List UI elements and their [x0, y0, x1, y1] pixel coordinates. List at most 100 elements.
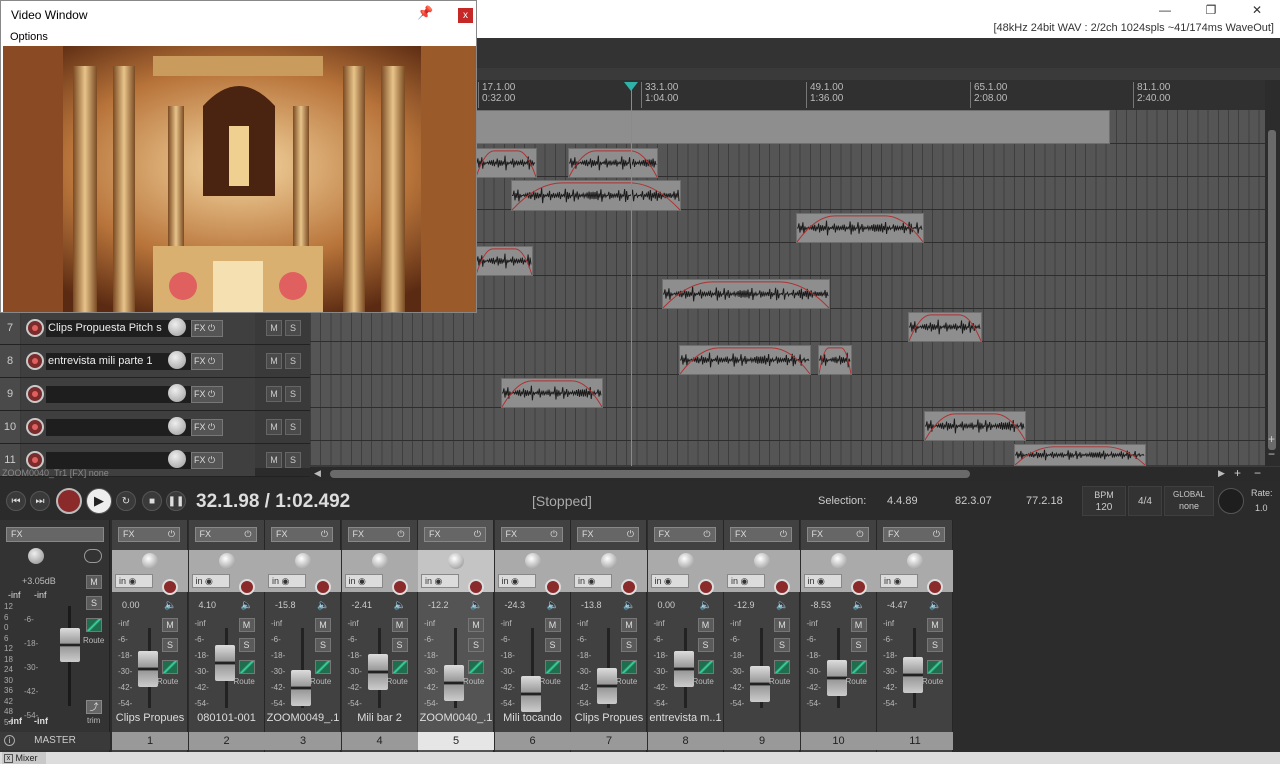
strip-input-select[interactable]: in ◉	[344, 574, 383, 588]
vertical-scrollbar[interactable]: + −	[1265, 80, 1280, 466]
strip-volume-fader[interactable]	[444, 665, 464, 702]
video-window[interactable]: Video Window 📌 x Options	[0, 0, 477, 313]
pause-button[interactable]: ❚❚	[166, 491, 186, 511]
track-panel[interactable]: FX ⏻	[21, 411, 255, 443]
record-button[interactable]	[56, 488, 82, 514]
strip-volume-fader[interactable]	[750, 666, 770, 703]
playhead-marker[interactable]	[624, 82, 638, 91]
strip-mute-button[interactable]: M	[850, 618, 867, 632]
strip-record-arm[interactable]	[315, 579, 331, 595]
track-number[interactable]: 10	[0, 411, 20, 443]
strip-input-select[interactable]: in ◉	[191, 574, 230, 588]
media-item[interactable]	[662, 279, 830, 309]
strip-fx-button[interactable]: FX ⏻	[806, 527, 869, 542]
master-trim-icon[interactable]: ⤴	[86, 700, 102, 714]
power-icon[interactable]: ⏻	[780, 528, 787, 541]
record-arm-button[interactable]	[26, 418, 44, 436]
media-item[interactable]	[475, 246, 533, 276]
strip-fx-button[interactable]: FX ⏻	[194, 527, 257, 542]
close-icon[interactable]: ✕	[1234, 0, 1280, 20]
media-item[interactable]	[1014, 444, 1146, 466]
strip-input-select[interactable]: in ◉	[497, 574, 536, 588]
strip-mute-button[interactable]: M	[621, 618, 637, 632]
global-automation[interactable]: GLOBAL none	[1164, 486, 1214, 516]
media-item[interactable]	[475, 148, 537, 178]
scroll-right-icon[interactable]: ▶	[1218, 468, 1225, 479]
master-mute-button[interactable]: M	[86, 575, 102, 589]
horizontal-scroll-thumb[interactable]	[330, 470, 970, 478]
strip-volume-readout[interactable]: -12.2	[428, 600, 449, 610]
info-icon[interactable]: i	[4, 735, 15, 746]
strip-volume-fader[interactable]	[520, 676, 541, 712]
strip-fx-button[interactable]: FX ⏻	[730, 527, 792, 542]
strip-route-button[interactable]	[544, 660, 561, 674]
strip-input-select[interactable]: in ◉	[727, 574, 765, 588]
strip-record-arm[interactable]	[774, 579, 790, 595]
strip-track-name[interactable]: ZOOM0049_.1	[265, 712, 341, 724]
strip-fx-button[interactable]: FX ⏻	[271, 527, 333, 542]
mixer-tab[interactable]: x Mixer	[2, 752, 46, 764]
strip-solo-button[interactable]: S	[850, 638, 867, 652]
strip-track-number[interactable]: 9	[724, 732, 800, 750]
strip-solo-button[interactable]: S	[621, 638, 637, 652]
record-arm-button[interactable]	[26, 451, 44, 469]
strip-volume-fader[interactable]	[826, 660, 847, 697]
vertical-scroll-thumb[interactable]	[1268, 130, 1276, 450]
speaker-icon[interactable]: 🔈	[317, 600, 329, 611]
strip-route-button[interactable]	[697, 660, 714, 674]
strip-record-arm[interactable]	[927, 579, 943, 595]
strip-track-number[interactable]: 3	[265, 732, 341, 750]
track-panel[interactable]: Clips Propuesta Pitch s FX ⏻	[21, 312, 255, 344]
strip-input-select[interactable]: in ◉	[650, 574, 689, 588]
strip-route-button[interactable]	[315, 660, 331, 674]
media-item[interactable]	[908, 312, 982, 342]
strip-volume-readout[interactable]: -24.3	[505, 600, 526, 610]
strip-route-button[interactable]	[238, 660, 255, 674]
strip-mute-button[interactable]: M	[544, 618, 561, 632]
repeat-icon[interactable]: ↻	[116, 491, 136, 511]
strip-volume-readout[interactable]: -8.53	[811, 600, 832, 610]
track-volume-knob[interactable]	[168, 417, 186, 435]
track-volume-knob[interactable]	[168, 351, 186, 369]
strip-route-button[interactable]	[621, 660, 637, 674]
strip-fx-button[interactable]: FX ⏻	[577, 527, 639, 542]
power-icon[interactable]: ⏻	[856, 528, 863, 541]
track-panel[interactable]: entrevista mili parte 1 FX ⏻	[21, 345, 255, 377]
mixer-strip[interactable]: FX ⏻ in ◉ -4.47 🔈 -inf -6- -18- -30- -42- -54- M S Ro…	[877, 520, 953, 752]
strip-mute-button[interactable]: M	[391, 618, 408, 632]
speaker-icon[interactable]: 🔈	[470, 600, 482, 611]
strip-solo-button[interactable]: S	[468, 638, 484, 652]
power-icon[interactable]: ⏻	[208, 356, 215, 366]
track-mute-button[interactable]: M	[266, 320, 282, 336]
track-fx-button[interactable]: FX ⏻	[191, 320, 223, 337]
strip-pan-knob[interactable]	[830, 553, 847, 569]
selection-length[interactable]: 77.2.18	[1026, 495, 1063, 507]
options-menu[interactable]: Options	[10, 31, 48, 43]
strip-record-arm[interactable]	[162, 579, 178, 595]
power-icon[interactable]: ⏻	[933, 528, 940, 541]
track-mute-button[interactable]: M	[266, 353, 282, 369]
strip-pan-knob[interactable]	[601, 553, 617, 569]
strip-pan-knob[interactable]	[295, 553, 311, 569]
strip-track-number[interactable]: 4	[341, 732, 418, 750]
strip-route-button[interactable]	[927, 660, 943, 674]
strip-track-name[interactable]: Clips Propues	[112, 712, 188, 724]
strip-mute-button[interactable]: M	[162, 618, 178, 632]
strip-fx-button[interactable]: FX ⏻	[883, 527, 945, 542]
record-arm-button[interactable]	[26, 319, 44, 337]
strip-solo-button[interactable]: S	[697, 638, 714, 652]
ruler-marker[interactable]: 81.1.00 2:40.00	[1133, 82, 1170, 108]
go-to-end-icon[interactable]: ⏭	[30, 491, 50, 511]
h-zoom-out-icon[interactable]: −	[1254, 466, 1261, 480]
selection-end[interactable]: 82.3.07	[955, 495, 992, 507]
strip-record-arm[interactable]	[391, 579, 408, 595]
power-icon[interactable]: ⏻	[208, 455, 215, 465]
strip-mute-button[interactable]: M	[927, 618, 943, 632]
power-icon[interactable]: ⏻	[703, 528, 710, 541]
strip-mute-button[interactable]: M	[468, 618, 484, 632]
stop-button[interactable]: ■	[142, 491, 162, 511]
track-solo-button[interactable]: S	[285, 386, 301, 402]
mixer-strip[interactable]: FX ⏻ in ◉ 0.00 🔈 -inf -6- -18- -30- -42- -54- M S Rou…	[112, 520, 188, 752]
master-pan-knob[interactable]	[28, 548, 44, 564]
strip-volume-readout[interactable]: -12.9	[734, 600, 755, 610]
